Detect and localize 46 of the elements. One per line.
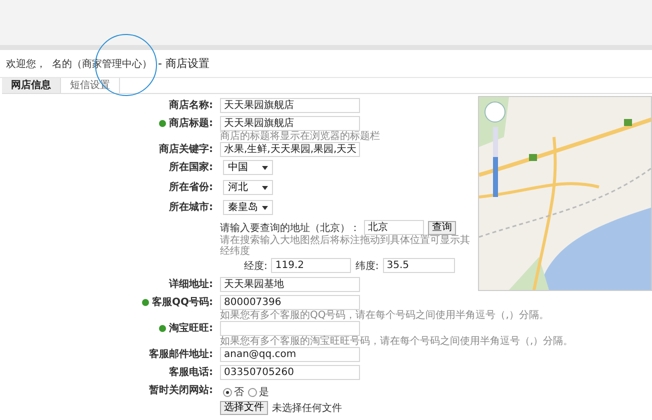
tab[interactable]: 网店信息 [2, 78, 61, 93]
longitude-field[interactable]: 119.2 [271, 258, 352, 273]
latitude-field[interactable]: 35.5 [382, 258, 455, 273]
field-label: 所在国家: [169, 160, 213, 175]
option-label: 是 [259, 386, 269, 399]
select-field[interactable]: 中国 [223, 160, 273, 175]
address-field[interactable]: 北京 [364, 220, 424, 235]
select-field[interactable]: 河北 [223, 180, 273, 195]
choose-file-button[interactable]: 选择文件 [220, 401, 268, 415]
search-button[interactable]: 查询 [428, 220, 456, 234]
caret-icon [262, 206, 268, 210]
field-label: 纬度: [355, 260, 379, 272]
field-label: 客服邮件地址: [149, 347, 213, 362]
file-status: 未选择任何文件 [272, 402, 342, 415]
page-title: - 商店设置 [158, 56, 210, 71]
field-label: 详细地址: [169, 277, 213, 292]
field-label: 暂时关闭网站: [149, 384, 213, 398]
radio-button[interactable] [223, 388, 232, 396]
caret-icon [262, 186, 268, 190]
field-label: 所在城市: [169, 200, 213, 215]
text-field[interactable]: 天天果园基地 [220, 277, 360, 292]
field-label: 淘宝旺旺: [159, 321, 213, 336]
greeting-text: 欢迎您， [6, 58, 46, 70]
text-field[interactable]: 水果,生鲜,天天果园,果园,天天 [220, 142, 360, 157]
field-label: 所在省份: [169, 180, 213, 195]
option-label: 否 [234, 386, 244, 399]
select-field[interactable]: 秦皇岛 [223, 200, 273, 215]
hint-text: 如果您有多个客服的淘宝旺旺号码，请在每个号码之间使用半角逗号（,）分隔。 [220, 336, 574, 347]
text-field[interactable]: 天天果园旗舰店 [220, 116, 360, 131]
field-label: 请输入要查询的地址（北京）： [220, 222, 360, 234]
field-label: 商店名称: [169, 98, 213, 113]
caret-icon [262, 166, 268, 170]
hint-text: 请在搜索输入大地图然后将标注拖动到具体位置可显示其经纬度 [220, 235, 470, 257]
text-field[interactable]: anan@qq.com [220, 347, 360, 362]
field-label: 客服电话: [169, 365, 213, 380]
field-label: 客服QQ号码: [142, 295, 213, 310]
text-field[interactable]: 天天果园旗舰店 [220, 98, 360, 113]
field-label: 商店标题: [159, 116, 213, 131]
text-field[interactable]: 03350705260 [220, 365, 360, 380]
hint-text: 商店的标题将显示在浏览器的标题栏 [220, 131, 381, 142]
hint-text: 如果您有多个客服的QQ号码，请在每个号码之间使用半角逗号（,）分隔。 [220, 310, 549, 321]
radio-button[interactable] [248, 388, 257, 396]
field-label: 商店关键字: [159, 142, 213, 157]
text-field[interactable] [220, 321, 360, 336]
field-label: 经度: [244, 260, 268, 272]
text-field[interactable]: 800007396 [220, 295, 360, 310]
